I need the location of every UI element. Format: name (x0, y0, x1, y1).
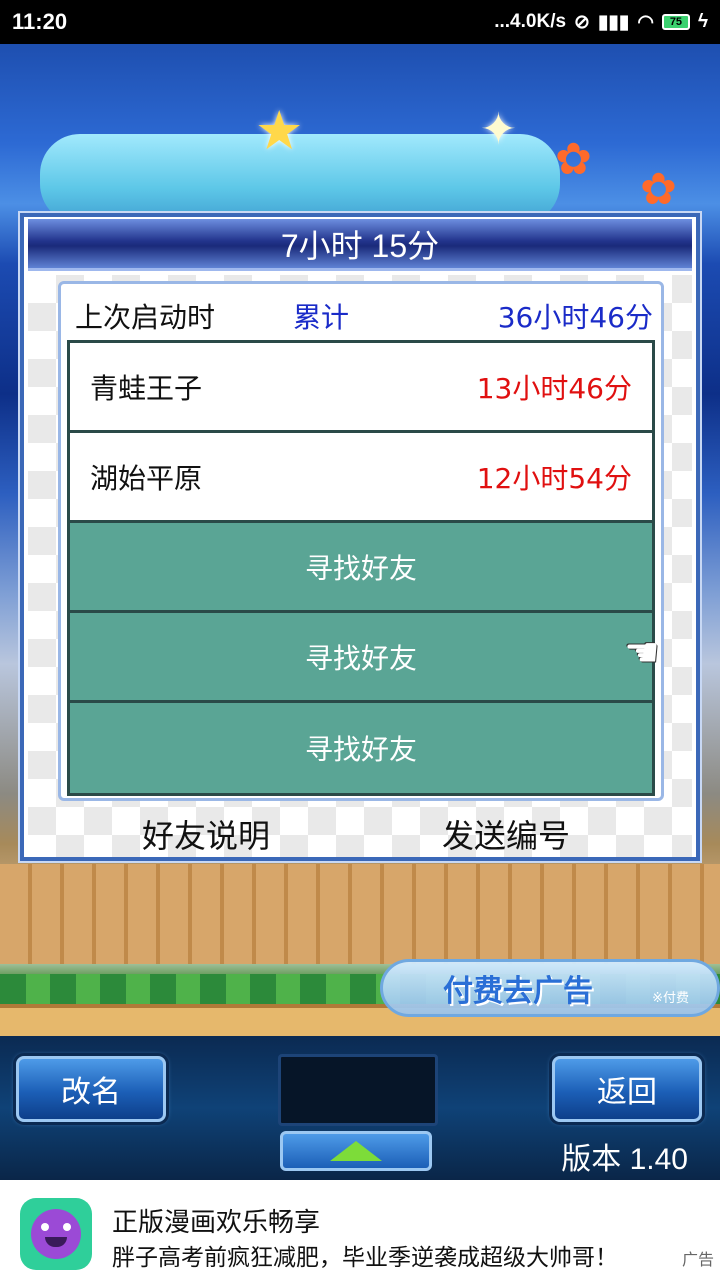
find-friend-button[interactable]: 寻找好友 (70, 703, 652, 793)
up-arrow-icon (330, 1141, 382, 1161)
expand-up-button[interactable] (280, 1131, 432, 1171)
version-label: 版本 1.40 (561, 1143, 688, 1176)
rename-button[interactable]: 改名 (16, 1056, 166, 1122)
floor-decoration (0, 864, 720, 964)
summary-row: 上次启动时 累计 36小时46分 (75, 294, 653, 338)
find-friend-label: 寻找好友 (304, 641, 417, 675)
friend-row[interactable]: 湖始平原 12小时54分 (70, 433, 652, 523)
wifi-icon: ◠ (637, 11, 654, 33)
friend-dialog: 7小时 15分 上次启动时 累计 36小时46分 青蛙王子 13小时46分 湖始… (20, 213, 700, 861)
dialog-body: 上次启动时 累计 36小时46分 青蛙王子 13小时46分 湖始平原 12小时5… (28, 275, 692, 857)
ad-description[interactable]: 胖子高考前疯狂减肥，毕业季逆袭成超级大帅哥！ (112, 1238, 618, 1272)
status-indicators: ...4.0K/s ⊘ ▮▮▮ ◠ 75 ϟ (494, 11, 708, 34)
total-label: 累计 (293, 301, 350, 334)
pointer-hand-icon: ☚ (624, 630, 660, 676)
find-friend-label: 寻找好友 (304, 551, 417, 585)
friend-panel: 上次启动时 累计 36小时46分 青蛙王子 13小时46分 湖始平原 12小时5… (58, 281, 664, 801)
send-code-button[interactable]: 发送编号 (442, 811, 570, 857)
sparkle-icon: ✦ (480, 104, 517, 155)
flower-icon: ✿ (555, 134, 592, 185)
last-launch-label: 上次启动时 (75, 301, 216, 334)
charging-icon: ϟ (697, 11, 708, 32)
bottom-nav: 改名 返回 版本 1.40 (0, 1036, 720, 1180)
remove-ads-sublabel: ※付费 (652, 991, 689, 1006)
back-button[interactable]: 返回 (552, 1056, 702, 1122)
status-bar: 11:20 ...4.0K/s ⊘ ▮▮▮ ◠ 75 ϟ (0, 0, 720, 44)
total-value: 36小时46分 (497, 301, 653, 334)
dialog-title: 7小时 15分 (280, 227, 440, 264)
star-icon: ★ (255, 99, 304, 162)
find-friend-button[interactable]: 寻找好友 (70, 523, 652, 613)
friend-list: 青蛙王子 13小时46分 湖始平原 12小时54分 寻找好友 寻找好友 寻找好友 (67, 340, 655, 796)
dialog-header: 7小时 15分 (28, 219, 692, 271)
network-speed: ...4.0K/s (494, 11, 567, 32)
rename-label: 改名 (61, 1075, 121, 1110)
back-label: 返回 (597, 1075, 657, 1110)
remove-ads-button[interactable]: 付费去广告 ※付费 (380, 959, 720, 1017)
monster-icon (31, 1209, 81, 1259)
flower-icon: ✿ (640, 164, 677, 215)
signal-icon: ▮▮▮ (597, 11, 630, 33)
remove-ads-label: 付费去广告 (443, 974, 593, 1009)
friend-row[interactable]: 青蛙王子 13小时46分 (70, 343, 652, 433)
find-friend-label: 寻找好友 (304, 733, 417, 766)
alarm-icon: ⊘ (574, 11, 590, 33)
friend-name: 青蛙王子 (90, 371, 203, 405)
ad-banner[interactable]: 正版漫画欢乐畅享 胖子高考前疯狂减肥，毕业季逆袭成超级大帅哥！ 广告 (0, 1180, 720, 1280)
friend-help-button[interactable]: 好友说明 (142, 811, 270, 857)
friend-name: 湖始平原 (90, 461, 203, 495)
ad-title[interactable]: 正版漫画欢乐畅享 (112, 1202, 320, 1239)
friend-time: 13小时46分 (476, 371, 632, 405)
ad-tag: 广告 (681, 1250, 714, 1269)
find-friend-button[interactable]: 寻找好友 (70, 613, 652, 703)
ad-app-icon[interactable] (20, 1198, 92, 1270)
friend-time: 12小时54分 (476, 461, 632, 495)
status-time: 11:20 (12, 9, 68, 34)
battery-icon: 75 (661, 14, 690, 30)
center-panel (278, 1054, 438, 1126)
